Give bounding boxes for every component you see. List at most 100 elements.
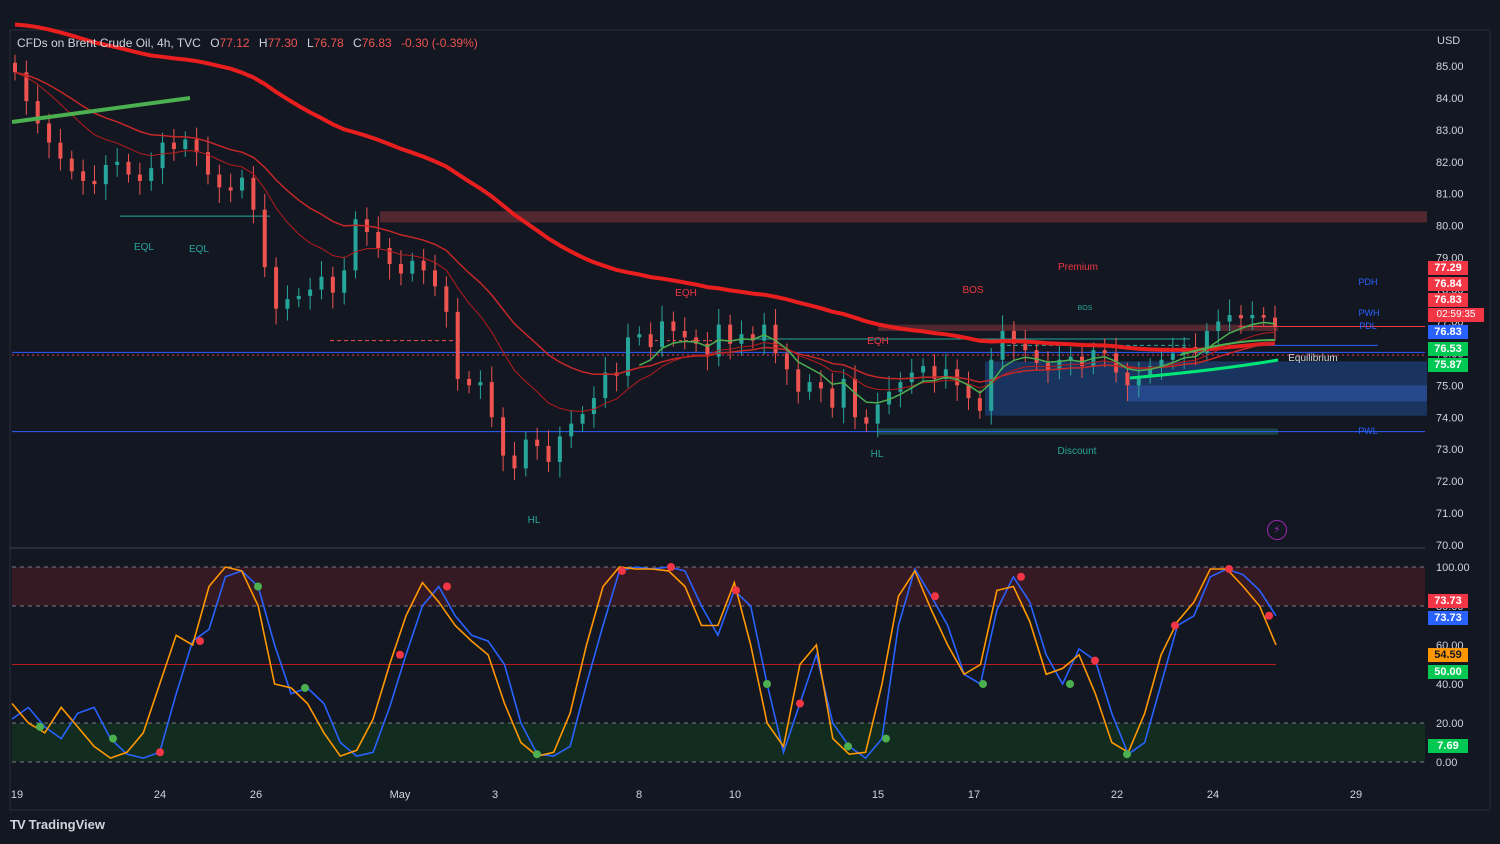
candle-body (784, 353, 789, 370)
chart-border (9, 29, 1491, 811)
time-tick: 19 (11, 789, 23, 801)
stoch-tag: 50.00 (1428, 665, 1468, 679)
stoch-cross-dot (109, 734, 117, 743)
annotation-label: HL (871, 449, 884, 460)
symbol-header: CFDs on Brent Crude Oil, 4h, TVC O77.12 … (17, 36, 478, 50)
time-tick: 29 (1350, 789, 1362, 801)
chart-canvas[interactable]: EQL EQLHLEQHEQHHLBOSBOSPremiumEquilibrium… (0, 0, 1500, 844)
stoch-cross-dot (732, 586, 740, 595)
candle-body (921, 366, 926, 373)
stoch-tick: 100.00 (1436, 562, 1470, 574)
price-tick: 73.00 (1436, 444, 1464, 456)
tradingview-logo[interactable]: TV TradingView (10, 817, 105, 832)
candle-body (285, 299, 290, 309)
candle-body (875, 404, 880, 424)
candle-body (251, 177, 256, 210)
stoch-cross-dot (1225, 564, 1233, 573)
price-tag: 76.83 (1428, 293, 1468, 307)
candle-body (183, 139, 188, 149)
candle-body (47, 123, 52, 143)
candle-body (171, 142, 176, 149)
time-tick: 15 (872, 789, 884, 801)
price-tag: 76.84 (1428, 277, 1468, 291)
time-tick: 3 (492, 789, 498, 801)
candle-body (1159, 359, 1164, 367)
candle-body (92, 180, 97, 185)
lightning-icon[interactable]: ⚡ (1267, 520, 1287, 540)
stoch-cross-dot (882, 734, 890, 743)
high-value: 77.30 (267, 36, 298, 50)
candle-body (13, 62, 17, 73)
candle-body (274, 267, 279, 309)
annotation-label: HL (528, 515, 541, 526)
candle-body (1227, 315, 1232, 322)
price-tick: 75.00 (1436, 380, 1464, 392)
candle-body (1273, 317, 1277, 327)
stoch-cross-dot (1123, 750, 1131, 759)
stoch-cross-dot (667, 563, 675, 571)
order-block (1127, 385, 1427, 402)
currency-label[interactable]: USD (1437, 35, 1460, 47)
stoch-tag: 7.69 (1428, 739, 1468, 753)
stoch-cross-dot (1066, 680, 1074, 688)
candle-body (296, 295, 301, 300)
candle-body (830, 388, 835, 408)
candle-body (240, 177, 245, 191)
tv-logo-icon: TV (10, 817, 26, 832)
candle-body (1102, 350, 1107, 354)
stoch-tag: 73.73 (1428, 594, 1468, 608)
stoch-cross-dot (796, 699, 804, 708)
annotation-label: Premium (1058, 262, 1098, 273)
stoch-cross-dot (931, 592, 939, 601)
stoch-cross-dot (979, 680, 987, 688)
stoch-cross-dot (1265, 611, 1273, 620)
candle-body (467, 378, 472, 386)
time-tick: 26 (250, 789, 262, 801)
candle-body (308, 289, 313, 296)
stoch-cross-dot (443, 582, 451, 591)
candle-body (137, 174, 142, 181)
stoch-cross-dot (254, 582, 262, 591)
candle-body (557, 436, 562, 462)
candle-body (262, 209, 267, 268)
symbol-title[interactable]: CFDs on Brent Crude Oil, 4h, TVC (17, 36, 201, 50)
stoch-tag: 73.73 (1428, 611, 1468, 625)
candle-body (966, 385, 971, 399)
brand-name: TradingView (28, 817, 105, 832)
chart-frame[interactable]: EQL EQL HL EQH EQH HL BOS BOS Premium Equilibrium… (0, 0, 1500, 844)
price-tag: 76.83 (1428, 325, 1468, 339)
candle-body (853, 378, 857, 418)
stoch-cross-dot (36, 722, 44, 731)
price-tick: 74.00 (1436, 412, 1464, 424)
stoch-cross-dot (301, 683, 309, 692)
close-label: C (353, 36, 362, 50)
price-tick: 72.00 (1436, 476, 1464, 488)
candle-body (160, 142, 165, 169)
supply-zone (380, 211, 1427, 223)
price-tick: 71.00 (1436, 508, 1464, 520)
candle-body (898, 382, 903, 392)
annotation-label: PDH (1358, 277, 1377, 287)
candle-body (421, 260, 426, 271)
stoch-cross-dot (844, 742, 852, 751)
annotation-label: PWL (1358, 426, 1378, 436)
candle-body (455, 311, 460, 379)
candle-body (1023, 343, 1028, 351)
candle-body (591, 398, 596, 415)
price-tag: 76.53 (1428, 342, 1468, 356)
stoch-tick: 40.00 (1436, 679, 1464, 691)
candle-body (1045, 362, 1050, 370)
candle-body (330, 276, 335, 293)
time-tick: May (390, 789, 411, 801)
candle-body (1238, 315, 1243, 319)
ema-mid-line (14, 71, 1276, 383)
high-label: H (258, 36, 268, 50)
low-value: 76.78 (313, 36, 344, 50)
candle-body (69, 158, 74, 172)
annotation-label: EQL (189, 244, 209, 255)
stoch-tag: 54.59 (1428, 648, 1468, 662)
stoch-cross-dot (196, 637, 204, 646)
candle-body (1125, 372, 1130, 386)
stoch-cross-dot (156, 748, 164, 757)
candle-body (115, 161, 120, 165)
